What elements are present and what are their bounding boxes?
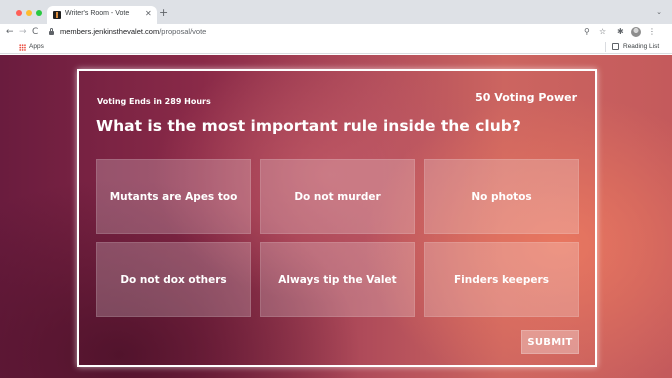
voting-deadline: Voting Ends in 289 Hours [97,97,211,106]
minimize-window-icon[interactable] [26,10,32,16]
page-viewport: Voting Ends in 289 Hours 50 Voting Power… [0,55,672,378]
vote-option[interactable]: Do not dox others [96,242,251,317]
maximize-window-icon[interactable] [36,10,42,16]
reading-list-icon[interactable] [612,43,619,50]
site-favicon-icon [53,11,61,19]
bookmark-star-icon[interactable]: ☆ [599,26,606,38]
tab-search-icon[interactable]: ⌄ [656,8,662,16]
browser-toolbar: ← → C members.jenkinsthevalet.com/propos… [0,24,672,40]
browser-tab-bar: Writer's Room - Vote ✕ + ⌄ [0,0,672,24]
new-tab-icon[interactable]: + [159,7,168,19]
vote-option-label: Mutants are Apes too [109,190,238,203]
extensions-icon[interactable]: ✱ [617,26,624,38]
zoom-icon[interactable]: ⚲ [584,26,590,38]
vote-option-label: Finders keepers [454,273,549,286]
url-host: members.jenkinsthevalet.com [60,27,160,36]
submit-button-label: SUBMIT [527,336,573,348]
vote-option[interactable]: No photos [424,159,579,234]
apps-grid-icon[interactable] [19,44,26,51]
vote-options-grid: Mutants are Apes too Do not murder No ph… [96,159,579,317]
tab-title: Writer's Room - Vote [65,10,130,17]
vote-panel: Voting Ends in 289 Hours 50 Voting Power… [77,69,597,367]
address-bar[interactable]: members.jenkinsthevalet.com/proposal/vot… [60,27,206,36]
back-icon[interactable]: ← [6,26,14,38]
vote-option[interactable]: Mutants are Apes too [96,159,251,234]
browser-tab[interactable]: Writer's Room - Vote ✕ [47,6,157,24]
close-window-icon[interactable] [16,10,22,16]
browser-menu-icon[interactable]: ⋮ [648,26,656,38]
apps-bookmark[interactable]: Apps [29,43,44,50]
vote-option[interactable]: Finders keepers [424,242,579,317]
vote-option-label: Always tip the Valet [278,273,397,286]
voting-power: 50 Voting Power [475,91,577,104]
proposal-question: What is the most important rule inside t… [96,117,521,135]
submit-button[interactable]: SUBMIT [521,330,579,354]
vote-option-label: Do not murder [294,190,381,203]
vote-option-label: No photos [471,190,532,203]
bookmarks-bar: Apps Reading List [0,40,672,54]
url-path: /proposal/vote [159,27,207,36]
forward-icon[interactable]: → [19,26,27,38]
vote-option[interactable]: Do not murder [260,159,415,234]
bookmarks-divider [605,42,606,52]
vote-option[interactable]: Always tip the Valet [260,242,415,317]
reading-list-button[interactable]: Reading List [623,43,659,50]
vote-option-label: Do not dox others [120,273,227,286]
profile-avatar[interactable] [631,27,641,37]
close-tab-icon[interactable]: ✕ [145,9,152,19]
lock-icon[interactable] [49,28,54,35]
reload-icon[interactable]: C [32,26,38,38]
